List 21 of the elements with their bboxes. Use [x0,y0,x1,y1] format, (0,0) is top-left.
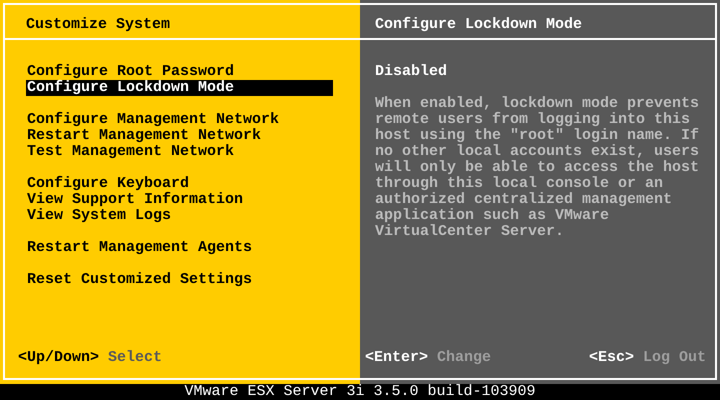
description-text: When enabled, lockdown mode prevents remote users from logging into this host using the "root" login name. If no other local accounts exist, users will only be able to access the host through this local console or an authorized centralized management application such as VMware VirtualCenter Server. [375,96,700,240]
hint-action: Log Out [642,350,706,366]
menu-item[interactable]: Configure Management Network [26,112,333,128]
menu-item[interactable]: Configure Keyboard [26,176,333,192]
menu-item[interactable]: Test Management Network [26,144,333,160]
panel-title: Configure Lockdown Mode [375,16,582,33]
menu-item[interactable]: Restart Management Agents [26,240,333,256]
menu-item[interactable]: Configure Lockdown Mode [26,80,333,96]
menu-item[interactable]: View Support Information [26,192,333,208]
status-bar-text: VMware ESX Server 3i 3.5.0 build-103909 [184,384,536,400]
key-hint: <Enter> [365,350,428,366]
menu-item[interactable]: Configure Root Password [26,64,333,80]
menu-item[interactable]: Reset Customized Settings [26,272,333,288]
key-hint: <Esc> [588,350,634,366]
hint-action: Select [108,350,162,366]
menu-item[interactable]: Restart Management Network [26,128,333,144]
menu-item[interactable]: View System Logs [26,208,333,224]
status-text: Disabled [375,64,448,80]
key-hint: <Up/Down> [18,350,100,366]
hint-action: Change [437,350,492,366]
panel-title: Customize System [26,16,170,33]
